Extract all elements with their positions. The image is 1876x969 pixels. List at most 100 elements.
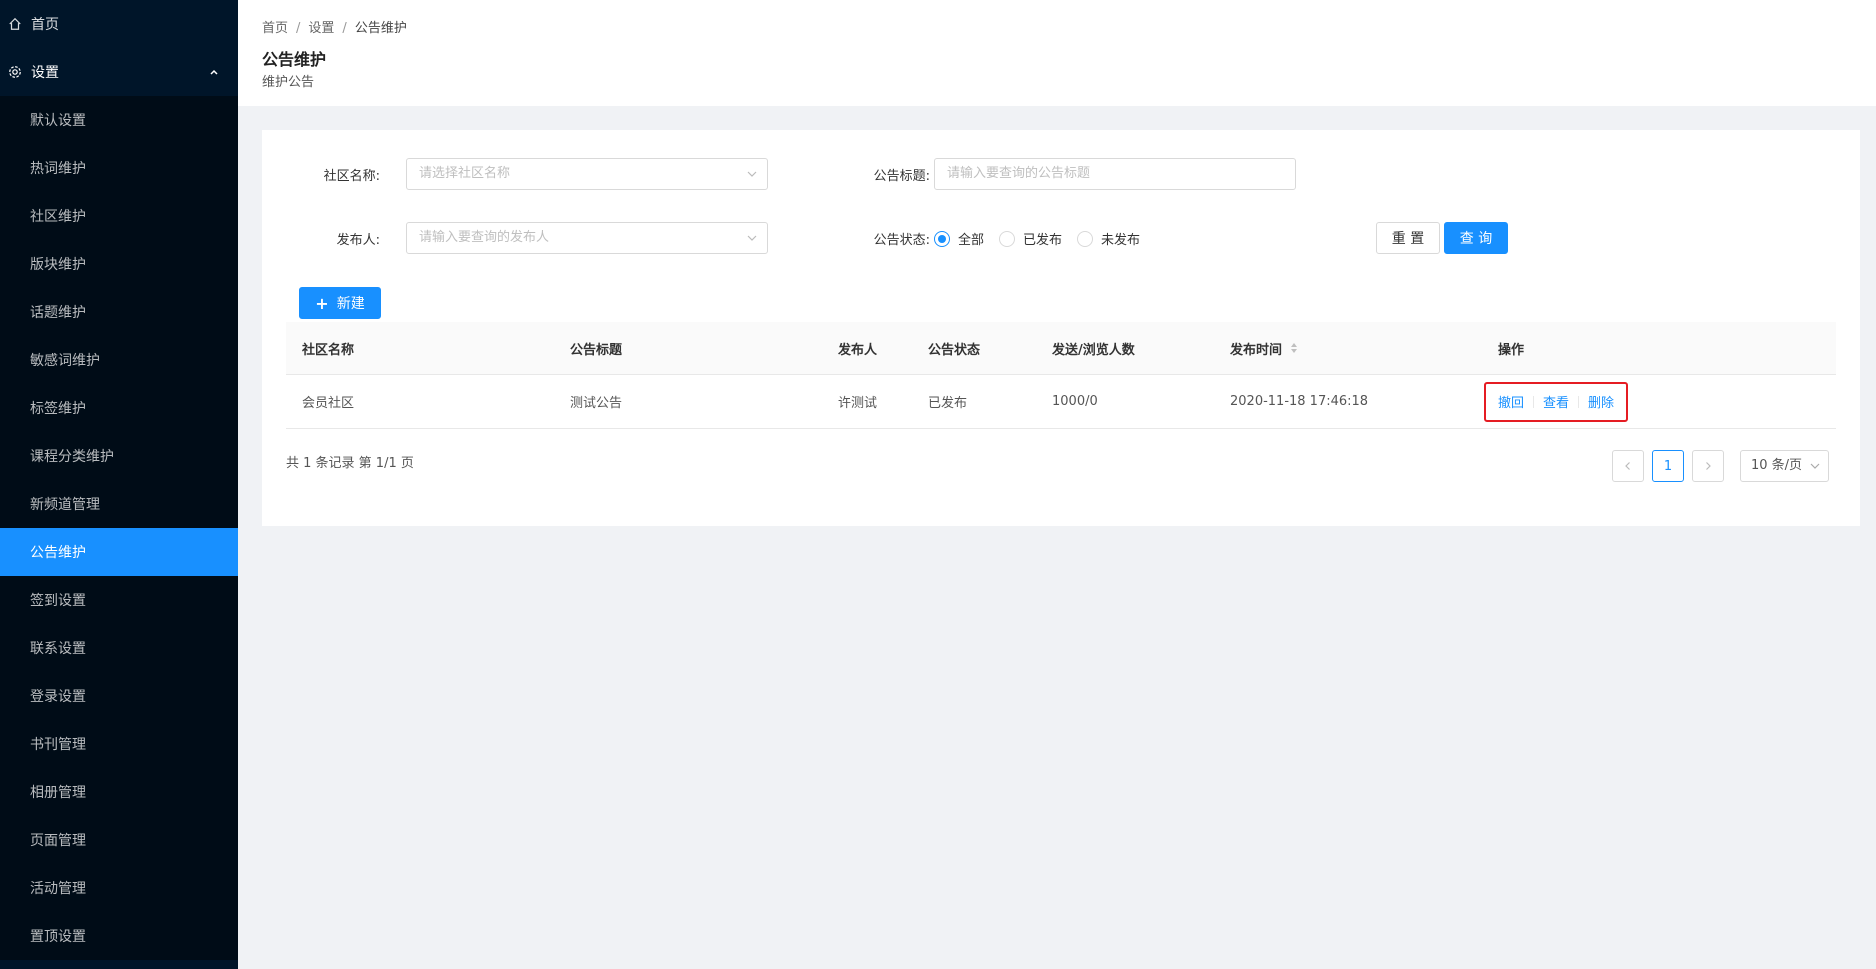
prev-page-button[interactable] [1612, 450, 1644, 482]
sidebar: 首页 设置 默认设置热词维护社区维护版块维护话题维护敏感词维护标签维护 课程分类维… [0, 0, 238, 969]
sidebar-item-2[interactable]: 社区维护 [0, 192, 238, 240]
sidebar-item-0[interactable]: 默认设置 [0, 96, 238, 144]
sidebar-item-label: 默认设置 [30, 113, 86, 129]
status-radio-published[interactable]: 已发布 [999, 229, 1062, 248]
status-label: 公告状态: [873, 233, 930, 248]
sidebar-item-label: 热词维护 [30, 161, 86, 177]
column-header: 公告状态 [928, 342, 981, 358]
sidebar-item-label: 设置 [31, 65, 59, 81]
column-header-label: 发布时间 [1230, 342, 1283, 358]
title-label: 公告标题: [873, 169, 930, 184]
breadcrumb-home[interactable]: 首页 [262, 21, 288, 36]
new-button-label: 新建 [336, 296, 365, 312]
cell-title: 测试公告 [570, 396, 623, 411]
sidebar-item-label: 敏感词维护 [30, 353, 100, 369]
sidebar-item-14[interactable]: 相册管理 [0, 768, 238, 816]
page-size-select[interactable]: 10 条/页 [1740, 450, 1829, 482]
sidebar-item-label: 新频道管理 [30, 497, 100, 513]
sidebar-item-15[interactable]: 页面管理 [0, 816, 238, 864]
status-radio-group: 全部 已发布 未发布 [934, 229, 1155, 248]
gear-icon [8, 65, 22, 79]
sidebar-item-home[interactable]: 首页 [0, 0, 238, 48]
sidebar-submenu: 默认设置热词维护社区维护版块维护话题维护敏感词维护标签维护 课程分类维护新频道管理… [0, 96, 238, 960]
sidebar-item-12[interactable]: 登录设置 [0, 672, 238, 720]
delete-link[interactable]: 删除 [1588, 392, 1614, 411]
sidebar-item-4[interactable]: 话题维护 [0, 288, 238, 336]
sidebar-item-1[interactable]: 热词维护 [0, 144, 238, 192]
column-header: 发布人 [838, 342, 878, 358]
sidebar-item-label: 版块维护 [30, 257, 86, 273]
sidebar-item-label: 登录设置 [30, 689, 86, 705]
column-header-time[interactable]: 发布时间 [1230, 322, 1298, 374]
sidebar-item-settings[interactable]: 设置 [0, 48, 238, 96]
radio-dot [934, 230, 950, 247]
table-row: 会员社区 测试公告 许测试 已发布 1000/0 2020-11-18 17:4… [286, 375, 1836, 429]
breadcrumb-settings[interactable]: 设置 [308, 21, 334, 36]
chevron-down-icon [1810, 463, 1820, 469]
chevron-right-icon [1706, 462, 1711, 470]
community-select[interactable]: 请选择社区名称 [406, 158, 768, 190]
chevron-down-icon [747, 171, 757, 177]
new-button[interactable]: + 新建 [299, 287, 381, 319]
column-header: 公告标题 [570, 342, 623, 358]
chevron-up-icon [210, 69, 218, 75]
status-radio-all[interactable]: 全部 [934, 229, 984, 248]
sidebar-item-11[interactable]: 联系设置 [0, 624, 238, 672]
sidebar-item-7[interactable]: 课程分类维护 [0, 432, 238, 480]
sidebar-item-label: 页面管理 [30, 833, 86, 849]
publisher-label: 发布人: [336, 233, 380, 248]
sidebar-item-label: 相册管理 [30, 785, 86, 801]
view-link[interactable]: 查看 [1543, 392, 1569, 411]
sidebar-item-17[interactable]: 置顶设置 [0, 912, 238, 960]
radio-label: 未发布 [1101, 233, 1141, 248]
sidebar-item-label: 联系设置 [30, 641, 86, 657]
sidebar-item-label: 首页 [31, 17, 59, 33]
sidebar-item-8[interactable]: 新频道管理 [0, 480, 238, 528]
page-title: 公告维护 [262, 50, 327, 69]
column-header: 社区名称 [302, 342, 355, 358]
cell-community: 会员社区 [302, 396, 355, 411]
publisher-placeholder: 请输入要查询的发布人 [419, 230, 550, 245]
sidebar-item-5[interactable]: 敏感词维护 [0, 336, 238, 384]
radio-dot [999, 230, 1016, 247]
status-radio-unpublished[interactable]: 未发布 [1077, 229, 1140, 248]
chevron-left-icon [1625, 462, 1630, 470]
sidebar-item-label: 活动管理 [30, 881, 86, 897]
notice-table: 社区名称 公告标题 发布人 公告状态 发送/浏览人数 发布时间 操作 会员社区 … [286, 322, 1836, 429]
sidebar-item-label: 社区维护 [30, 209, 86, 225]
chevron-down-icon [747, 235, 757, 241]
revoke-link[interactable]: 撤回 [1498, 392, 1524, 411]
sidebar-item-9[interactable]: 公告维护 [0, 528, 238, 576]
radio-label: 已发布 [1023, 233, 1063, 248]
table-header: 社区名称 公告标题 发布人 公告状态 发送/浏览人数 发布时间 操作 [286, 322, 1836, 375]
breadcrumb: 首页 / 设置 / 公告维护 [262, 21, 407, 36]
community-placeholder: 请选择社区名称 [419, 166, 511, 181]
sidebar-item-label: 置顶设置 [30, 929, 86, 945]
sort-icon[interactable] [1290, 342, 1298, 354]
next-page-button[interactable] [1692, 450, 1724, 482]
sidebar-item-6[interactable]: 标签维护 [0, 384, 238, 432]
sidebar-item-3[interactable]: 版块维护 [0, 240, 238, 288]
column-header: 操作 [1498, 342, 1525, 358]
sidebar-item-label: 书刊管理 [30, 737, 86, 753]
title-placeholder: 请输入要查询的公告标题 [947, 166, 1091, 181]
action-divider [1578, 395, 1580, 408]
cell-status: 已发布 [928, 396, 968, 411]
content-card: 社区名称: 请选择社区名称 公告标题: 请输入要查询的公告标题 发布人: 请输入… [262, 130, 1860, 526]
reset-button[interactable]: 重 置 [1376, 222, 1440, 254]
radio-dot [1077, 230, 1094, 247]
community-label: 社区名称: [323, 169, 380, 184]
sidebar-item-10[interactable]: 签到设置 [0, 576, 238, 624]
cell-publisher: 许测试 [838, 396, 878, 411]
publisher-select[interactable]: 请输入要查询的发布人 [406, 222, 768, 254]
column-header: 发送/浏览人数 [1052, 342, 1135, 358]
sidebar-item-16[interactable]: 活动管理 [0, 864, 238, 912]
cell-actions: 撤回 查看 删除 [1484, 375, 1629, 428]
title-input[interactable]: 请输入要查询的公告标题 [934, 158, 1296, 190]
sidebar-item-label: 公告维护 [30, 545, 86, 561]
page-button-current[interactable]: 1 [1652, 450, 1684, 482]
pagination-summary: 共 1 条记录 第 1/1 页 [286, 456, 414, 471]
sidebar-item-13[interactable]: 书刊管理 [0, 720, 238, 768]
cell-time: 2020-11-18 17:46:18 [1230, 394, 1369, 409]
query-button[interactable]: 查 询 [1444, 222, 1508, 254]
